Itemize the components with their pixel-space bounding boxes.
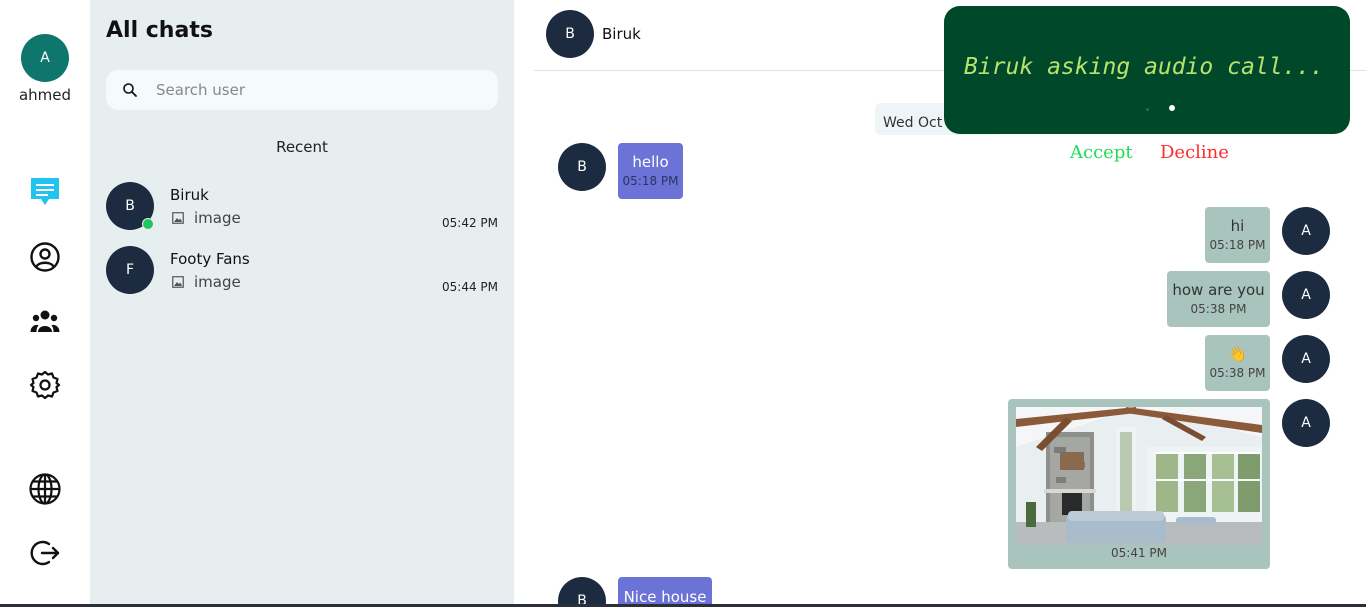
image-icon [172, 212, 184, 224]
search-input[interactable] [156, 70, 486, 110]
chat-time: 05:42 PM [442, 216, 498, 230]
chat-list-panel: All chats Recent B Biruk image 05:42 PM … [90, 0, 514, 607]
contact-avatar-initial: B [565, 26, 575, 42]
message-text: 👋 [1228, 345, 1247, 363]
loading-dot [1169, 105, 1175, 111]
message-avatar-initial: A [1301, 287, 1311, 303]
message-time: 05:41 PM [1111, 546, 1167, 560]
message-text: hello [632, 153, 669, 171]
message-avatar-initial: A [1301, 415, 1311, 431]
chat-avatar-initial: B [125, 198, 135, 214]
search-icon [123, 83, 137, 97]
chat-name: Biruk [170, 186, 209, 204]
message-bubble: Nice house [618, 577, 712, 607]
message-time: 05:38 PM [1209, 366, 1266, 380]
message-avatar-initial: A [1301, 223, 1311, 239]
settings-icon[interactable] [27, 367, 63, 403]
message-time: 05:38 PM [1190, 302, 1247, 316]
message-avatar-initial: A [1301, 351, 1311, 367]
recent-heading: Recent [276, 138, 328, 156]
decline-call-button[interactable]: Decline [1160, 142, 1229, 163]
message-avatar: B [558, 143, 606, 191]
profile-icon[interactable] [27, 239, 63, 275]
contact-avatar[interactable]: B [546, 10, 594, 58]
user-avatar[interactable]: A [21, 34, 69, 82]
message-bubble: hello 05:18 PM [618, 143, 683, 199]
chat-last-message: image [194, 209, 241, 227]
message-text: hi [1230, 217, 1245, 235]
chat-avatar-initial: F [125, 262, 135, 278]
image-message-bubble: 05:41 PM [1008, 399, 1270, 569]
chat-list-title: All chats [106, 18, 213, 43]
nav-rail: A ahmed [0, 0, 90, 607]
chat-icon[interactable] [27, 174, 63, 210]
message-avatar: B [558, 577, 606, 607]
message-bubble: 👋 05:38 PM [1205, 335, 1270, 391]
logout-icon[interactable] [27, 535, 63, 571]
chat-last-message: image [194, 273, 241, 291]
chat-avatar: F [106, 246, 154, 294]
chat-list-item[interactable]: F Footy Fans image 05:44 PM [106, 246, 498, 302]
chat-time: 05:44 PM [442, 280, 498, 294]
user-avatar-initial: A [40, 50, 50, 66]
accept-call-button[interactable]: Accept [1070, 142, 1133, 163]
call-request-text: Biruk asking audio call... [964, 54, 1325, 80]
online-indicator [142, 218, 154, 230]
user-name: ahmed [18, 86, 72, 104]
chat-list-item[interactable]: B Biruk image 05:42 PM [106, 182, 498, 238]
contact-name: Biruk [602, 25, 641, 43]
message-time: 05:18 PM [622, 174, 679, 188]
message-text: Nice house [623, 588, 707, 606]
message-bubble: how are you 05:38 PM [1167, 271, 1270, 327]
message-text: how are you [1172, 281, 1265, 299]
message-avatar: A [1282, 399, 1330, 447]
chat-name: Footy Fans [170, 250, 250, 268]
loading-dot [1146, 108, 1149, 111]
message-avatar: A [1282, 271, 1330, 319]
message-avatar: A [1282, 207, 1330, 255]
message-bubble: hi 05:18 PM [1205, 207, 1270, 263]
language-icon[interactable] [27, 471, 63, 507]
incoming-call-toast: Biruk asking audio call... [944, 6, 1350, 134]
groups-icon[interactable] [27, 304, 63, 340]
house-photo[interactable] [1016, 407, 1262, 545]
message-avatar: A [1282, 335, 1330, 383]
message-avatar-initial: B [577, 159, 587, 175]
search-box[interactable] [106, 70, 498, 110]
message-time: 05:18 PM [1209, 238, 1266, 252]
image-icon [172, 276, 184, 288]
